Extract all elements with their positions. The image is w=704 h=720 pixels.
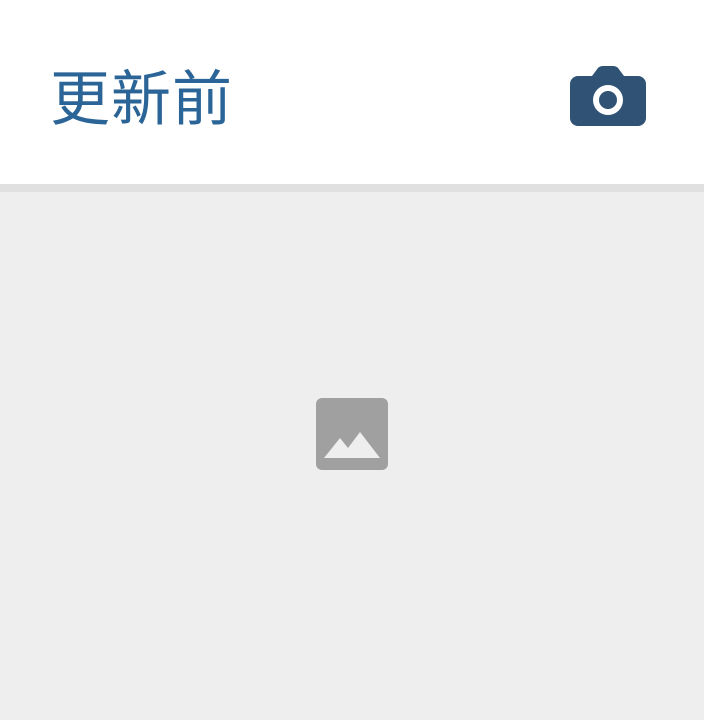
image-placeholder-icon xyxy=(316,398,388,470)
page-title: 更新前 xyxy=(50,65,233,135)
camera-button[interactable] xyxy=(566,62,650,132)
camera-icon xyxy=(570,66,646,126)
header-divider xyxy=(0,184,704,192)
header: 更新前 xyxy=(0,0,704,184)
photo-placeholder-area[interactable] xyxy=(0,192,704,720)
